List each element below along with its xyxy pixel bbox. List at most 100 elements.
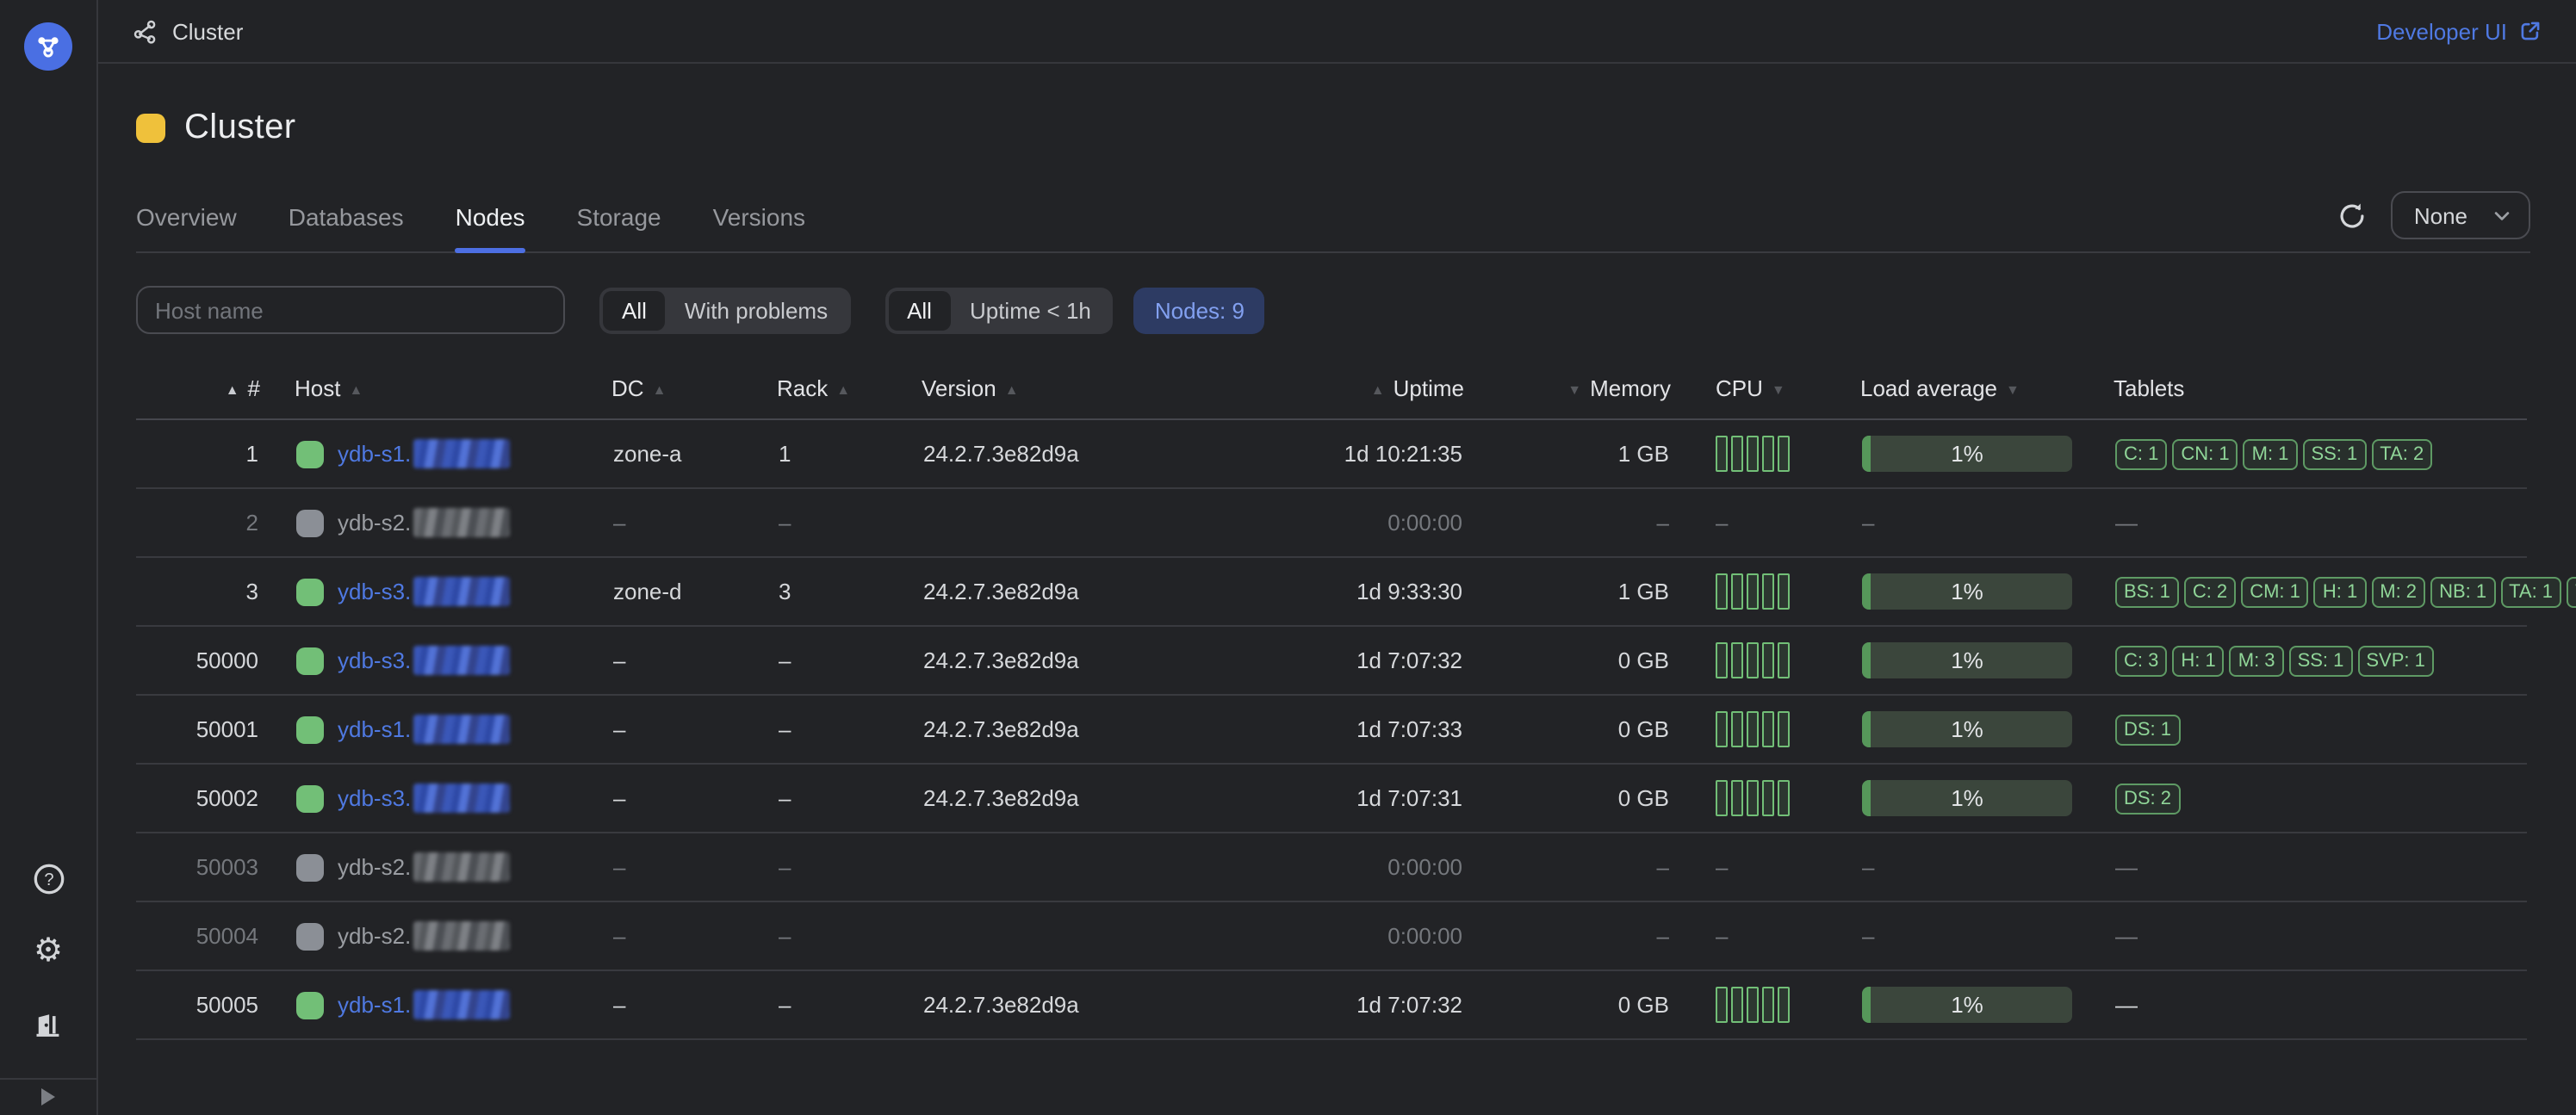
node-status-indicator <box>296 784 324 812</box>
tablet-badge[interactable]: H: 1 <box>2172 645 2224 676</box>
table-row: 50000ydb-s3.––24.2.7.3e82d9a1d 7:07:320 … <box>136 626 2527 695</box>
cpu-bar <box>1762 780 1774 816</box>
tablet-badge[interactable]: TA: 2 <box>2371 438 2432 469</box>
cell-dc: – <box>611 695 777 764</box>
cell-load-average: 1% <box>1860 970 2114 1039</box>
tablet-badge[interactable]: DS: 1 <box>2115 714 2180 745</box>
tablet-badge[interactable]: NB: 1 <box>2430 576 2495 607</box>
host-name-input[interactable] <box>136 286 565 334</box>
tablet-badge[interactable]: C: 3 <box>2115 645 2167 676</box>
node-status-indicator <box>296 922 324 950</box>
tabs: Overview Databases Nodes Storage Versions <box>136 203 857 251</box>
tablet-badge[interactable]: DS: 2 <box>2115 783 2180 814</box>
tablet-badges: BS: 1C: 2CM: 1H: 1M: 2NB: 1TA: 1TB: 1 <box>2115 576 2525 607</box>
tablet-badge[interactable]: SVP: 1 <box>2357 645 2434 676</box>
load-average-bar: 1% <box>1862 780 2072 816</box>
redacted-host-suffix <box>413 990 509 1019</box>
cpu-bar <box>1747 780 1759 816</box>
column-label-host: Host <box>295 375 340 401</box>
tab-overview[interactable]: Overview <box>136 203 237 251</box>
help-button[interactable]: ? <box>22 853 74 905</box>
settings-button[interactable]: ⚙ <box>22 926 74 977</box>
cpu-bar <box>1762 436 1774 472</box>
tablet-badge[interactable]: SS: 1 <box>2302 438 2366 469</box>
tablet-badge[interactable]: TA: 1 <box>2500 576 2561 607</box>
cell-version: 24.2.7.3e82d9a <box>922 764 1257 833</box>
tablet-badge[interactable]: M: 2 <box>2371 576 2425 607</box>
cell-rack: 1 <box>777 419 922 488</box>
cell-load-average: 1% <box>1860 419 2114 488</box>
host-link[interactable]: ydb-s1. <box>338 990 509 1019</box>
tablet-badge[interactable]: M: 3 <box>2230 645 2284 676</box>
cell-uptime: 1d 7:07:32 <box>1257 626 1464 695</box>
tablet-badge[interactable]: CM: 1 <box>2241 576 2309 607</box>
tab-versions[interactable]: Versions <box>713 203 805 251</box>
column-header-cpu[interactable]: CPU▼ <box>1671 375 1860 419</box>
problem-filter-option[interactable]: With problems <box>666 290 847 330</box>
cell-host: ydb-s1. <box>260 695 611 764</box>
uptime-filter-option[interactable]: Uptime < 1h <box>951 290 1110 330</box>
cluster-graph-icon <box>34 33 62 60</box>
autorefresh-value: None <box>2414 202 2467 228</box>
developer-ui-link[interactable]: Developer UI <box>2376 18 2542 44</box>
cell-cpu <box>1671 626 1860 695</box>
cpu-bar <box>1716 780 1728 816</box>
column-header-memory[interactable]: ▼Memory <box>1464 375 1671 419</box>
host-cell: ydb-s1. <box>262 715 610 744</box>
host-link[interactable]: ydb-s3. <box>338 784 509 813</box>
host-cell: ydb-s3. <box>262 577 610 606</box>
tab-databases[interactable]: Databases <box>289 203 404 251</box>
column-label-load: Load average <box>1860 375 1997 401</box>
cpu-bar <box>1716 711 1728 747</box>
column-header-load[interactable]: Load average▼ <box>1860 375 2114 419</box>
host-link[interactable]: ydb-s3. <box>338 577 509 606</box>
tablet-badge[interactable]: C: 1 <box>2115 438 2167 469</box>
cell-rack: – <box>777 901 922 970</box>
tablet-badge[interactable]: C: 2 <box>2184 576 2236 607</box>
tablet-badge[interactable]: BS: 1 <box>2115 576 2179 607</box>
ydb-logo[interactable] <box>24 22 72 71</box>
cell-tablets: DS: 2 <box>2114 764 2527 833</box>
sidebar: ? ⚙ <box>0 0 98 1115</box>
host-link[interactable]: ydb-s1. <box>338 439 509 468</box>
cell-memory: – <box>1464 488 1671 557</box>
tablet-badge[interactable]: H: 1 <box>2314 576 2366 607</box>
cpu-bar <box>1762 987 1774 1023</box>
tab-storage[interactable]: Storage <box>577 203 661 251</box>
refresh-button[interactable] <box>2333 196 2371 234</box>
breadcrumb: Cluster <box>133 18 243 44</box>
column-header-num[interactable]: ▲# <box>136 375 260 419</box>
question-circle-icon: ? <box>32 863 65 895</box>
column-label-tablets: Tablets <box>2114 375 2184 401</box>
cell-memory: – <box>1464 833 1671 901</box>
problem-filter-option[interactable]: All <box>603 290 666 330</box>
tablet-badge[interactable]: TB: 1 <box>2567 576 2576 607</box>
host-link[interactable]: ydb-s1. <box>338 715 509 744</box>
tablet-badge[interactable]: SS: 1 <box>2289 645 2353 676</box>
column-header-host[interactable]: Host▲ <box>260 375 611 419</box>
cell-rack: – <box>777 764 922 833</box>
tab-nodes[interactable]: Nodes <box>456 203 525 251</box>
refresh-icon <box>2337 201 2367 230</box>
host-prefix: ydb-s2. <box>338 510 411 536</box>
column-header-uptime[interactable]: ▲Uptime <box>1257 375 1464 419</box>
sidebar-expand-button[interactable] <box>0 1077 96 1115</box>
autorefresh-select[interactable]: None <box>2392 191 2529 239</box>
cell-uptime: 0:00:00 <box>1257 488 1464 557</box>
column-header-dc[interactable]: DC▲ <box>611 375 777 419</box>
cell-tablets: C: 1CN: 1M: 1SS: 1TA: 2 <box>2114 419 2527 488</box>
host-cell: ydb-s1. <box>262 990 610 1019</box>
host-prefix: ydb-s3. <box>338 647 411 673</box>
column-header-version[interactable]: Version▲ <box>922 375 1257 419</box>
tablet-badge[interactable]: CN: 1 <box>2172 438 2238 469</box>
cell-cpu: – <box>1671 901 1860 970</box>
column-label-memory: Memory <box>1590 375 1671 401</box>
logout-button[interactable] <box>22 998 74 1050</box>
column-header-tablets[interactable]: Tablets <box>2114 375 2527 419</box>
host-link[interactable]: ydb-s3. <box>338 646 509 675</box>
nodes-table: ▲#Host▲DC▲Rack▲Version▲▲Uptime▼MemoryCPU… <box>136 375 2527 1040</box>
uptime-filter-option[interactable]: All <box>888 290 951 330</box>
cell-dc: – <box>611 626 777 695</box>
column-header-rack[interactable]: Rack▲ <box>777 375 922 419</box>
tablet-badge[interactable]: M: 1 <box>2244 438 2298 469</box>
